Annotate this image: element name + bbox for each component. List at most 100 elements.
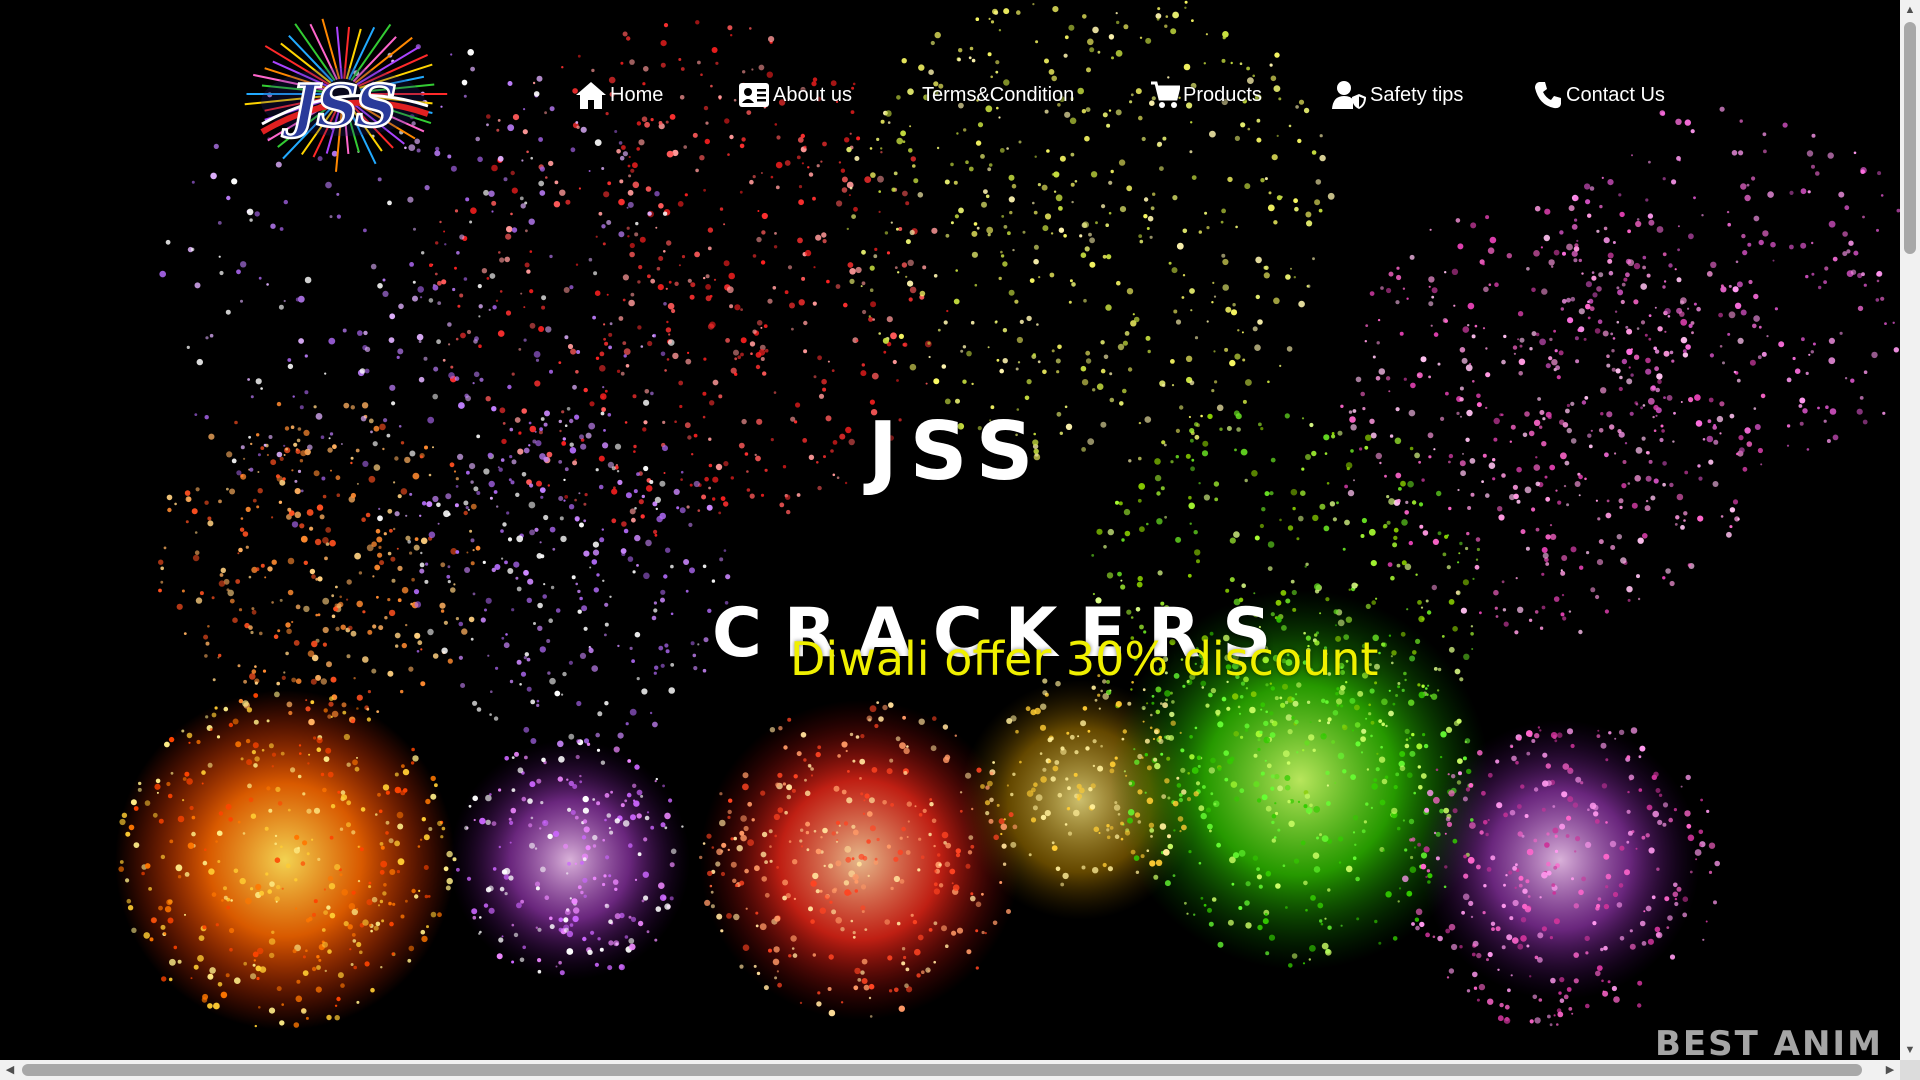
firework-spark <box>1388 634 1392 637</box>
firework-spark <box>793 774 798 779</box>
firework-spark <box>1212 281 1215 284</box>
firework-spark <box>397 823 404 830</box>
firework-spark <box>683 559 690 565</box>
firework-spark <box>1451 268 1459 275</box>
firework-spark <box>670 848 677 855</box>
firework-spark <box>1360 534 1365 538</box>
firework-spark <box>946 309 949 313</box>
firework-spark <box>466 329 472 335</box>
firework-spark <box>1828 337 1835 344</box>
firework-spark <box>304 276 312 284</box>
firework-spark <box>1553 1014 1556 1017</box>
firework-spark <box>1799 397 1806 404</box>
firework-spark <box>733 98 737 102</box>
firework-spark <box>852 931 856 935</box>
nav-products[interactable]: Products <box>1150 80 1262 110</box>
firework-spark <box>1189 522 1192 525</box>
firework-spark <box>1428 276 1435 283</box>
firework-spark <box>1200 812 1207 820</box>
firework-spark <box>835 860 842 867</box>
firework-spark <box>1115 50 1123 57</box>
scroll-down-arrow-icon[interactable]: ▼ <box>1900 1040 1920 1060</box>
firework-spark <box>839 433 846 440</box>
nav-about-us[interactable]: About us <box>738 82 852 108</box>
firework-spark <box>1312 514 1319 522</box>
firework-spark <box>301 1008 307 1014</box>
firework-spark <box>377 177 382 182</box>
firework-spark <box>1361 829 1366 834</box>
firework-spark <box>518 348 522 351</box>
horizontal-scrollbar[interactable]: ◀ ▶ <box>0 1060 1900 1080</box>
firework-spark <box>1106 835 1111 840</box>
site-logo[interactable]: JSS <box>232 14 454 176</box>
firework-spark <box>793 897 797 901</box>
firework-spark <box>1744 427 1751 434</box>
firework-spark <box>418 889 421 893</box>
firework-spark <box>1515 760 1519 765</box>
firework-spark <box>329 835 334 840</box>
firework-spark <box>436 339 441 345</box>
firework-spark <box>356 1000 360 1004</box>
firework-spark <box>1421 478 1425 482</box>
firework-spark <box>288 710 293 716</box>
firework-spark <box>1354 722 1361 728</box>
horizontal-scroll-thumb[interactable] <box>22 1064 1862 1076</box>
firework-spark <box>1015 729 1019 734</box>
firework-spark <box>1497 1015 1504 1022</box>
firework-spark <box>1758 239 1764 246</box>
firework-spark <box>1557 500 1562 505</box>
firework-spark <box>209 967 216 974</box>
firework-spark <box>400 790 406 796</box>
firework-spark <box>249 218 253 222</box>
firework-spark <box>300 489 304 493</box>
firework-spark <box>530 156 533 160</box>
offer-text: Diwali offer 30% discount <box>790 632 1379 686</box>
firework-spark <box>253 693 259 698</box>
firework-spark <box>1404 678 1407 682</box>
firework-spark <box>1863 283 1867 287</box>
firework-spark <box>653 608 658 613</box>
firework-spark <box>1386 495 1390 499</box>
vertical-scroll-thumb[interactable] <box>1904 22 1916 254</box>
firework-spark <box>460 332 466 339</box>
firework-spark <box>1739 119 1743 123</box>
scroll-right-arrow-icon[interactable]: ▶ <box>1880 1060 1900 1080</box>
firework-spark <box>734 357 738 361</box>
firework-spark <box>1762 132 1767 137</box>
nav-terms-condition[interactable]: Terms&Condition <box>922 84 1074 107</box>
firework-spark <box>705 121 709 125</box>
firework-spark <box>1446 976 1450 979</box>
firework-spark <box>387 598 391 602</box>
firework-spark <box>252 742 259 749</box>
firework-spark <box>1109 397 1115 403</box>
nav-contact-us[interactable]: Contact Us <box>1533 80 1665 110</box>
nav-safety-tips[interactable]: Safety tips <box>1331 80 1463 110</box>
firework-spark <box>1056 370 1060 374</box>
nav-home[interactable]: Home <box>575 80 663 110</box>
firework-spark <box>872 318 875 321</box>
firework-spark <box>1335 624 1337 627</box>
firework-spark <box>1539 425 1543 429</box>
firework-spark <box>1273 297 1280 305</box>
scroll-left-arrow-icon[interactable]: ◀ <box>0 1060 20 1080</box>
firework-spark <box>1614 452 1617 455</box>
firework-spark <box>1688 397 1694 403</box>
firework-spark <box>1292 700 1299 707</box>
firework-spark <box>953 298 960 305</box>
firework-spark <box>304 390 309 395</box>
firework-spark <box>738 442 745 449</box>
firework-spark <box>163 546 167 550</box>
firework-spark <box>435 241 439 245</box>
firework-spark <box>470 637 474 641</box>
firework-spark <box>1103 354 1109 360</box>
firework-spark <box>1420 606 1424 609</box>
firework-spark <box>619 912 625 919</box>
firework-spark <box>634 534 641 542</box>
firework-spark <box>1178 797 1184 803</box>
firework-spark <box>617 644 620 648</box>
firework-spark <box>710 84 713 88</box>
scroll-up-arrow-icon[interactable]: ▲ <box>1900 0 1920 20</box>
firework-spark <box>1525 879 1530 884</box>
firework-spark <box>1560 307 1565 311</box>
vertical-scrollbar[interactable]: ▲ ▼ <box>1900 0 1920 1060</box>
